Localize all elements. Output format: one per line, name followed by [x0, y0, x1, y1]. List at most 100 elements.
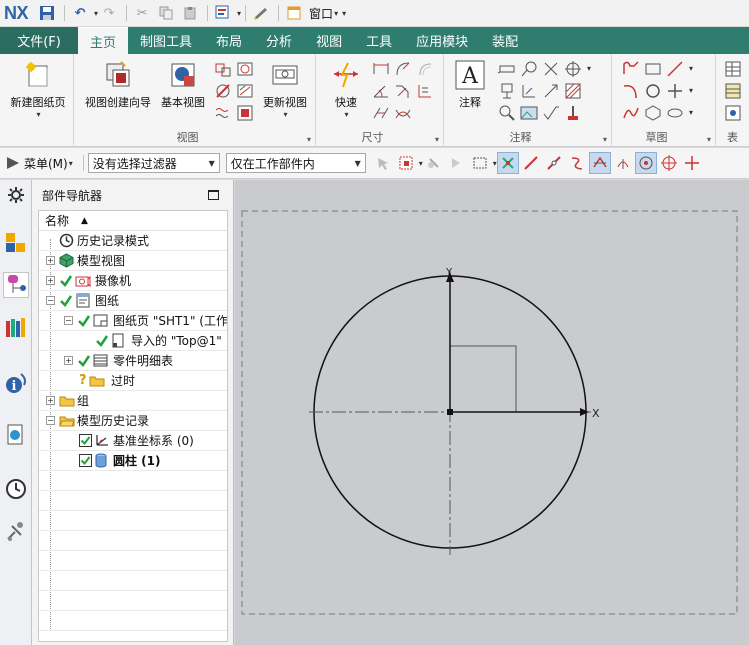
touch-mode-icon[interactable]	[250, 3, 272, 23]
ordinate-dimension-icon[interactable]	[416, 82, 434, 100]
profile-icon[interactable]	[622, 60, 640, 78]
view-boundary-icon[interactable]	[236, 104, 254, 122]
target-point-icon[interactable]	[542, 82, 560, 100]
intersection-symbol-icon[interactable]	[542, 60, 560, 78]
deselect-icon[interactable]	[423, 152, 445, 174]
undo-icon[interactable]: ↶	[69, 3, 91, 23]
column-header-name[interactable]: 名称 ▲	[39, 211, 227, 231]
save-icon[interactable]	[36, 3, 58, 23]
hd3d-tools-icon[interactable]: i	[3, 370, 29, 396]
tree-row-parts-list[interactable]: + 零件明细表	[39, 351, 227, 371]
dimension-group-more-icon[interactable]: ▾	[435, 135, 439, 144]
midpoint-snap-icon[interactable]	[543, 152, 565, 174]
angular-dimension-icon[interactable]	[372, 82, 390, 100]
break-view-icon[interactable]	[214, 104, 232, 122]
ellipse-dropdown-icon[interactable]: ▾	[689, 108, 693, 117]
reuse-library-icon[interactable]	[3, 314, 29, 340]
tree-row-model-views[interactable]: + 模型视图	[39, 251, 227, 271]
view-wizard-button[interactable]: 视图创建向导	[82, 60, 154, 110]
base-view-button[interactable]: 基本视图	[156, 60, 210, 110]
linear-dimension-icon[interactable]	[372, 60, 390, 78]
rectangle-select-icon[interactable]	[469, 152, 491, 174]
surface-finish-icon[interactable]	[542, 104, 560, 122]
tab-layout[interactable]: 布局	[204, 27, 254, 54]
arc-center-snap-icon[interactable]	[612, 152, 634, 174]
projected-view-icon[interactable]	[214, 60, 232, 78]
tangent-snap-icon[interactable]	[658, 152, 680, 174]
image-icon[interactable]	[520, 104, 538, 122]
part-navigator-icon[interactable]	[3, 272, 29, 298]
process-studio-icon[interactable]	[3, 518, 29, 544]
sketch-group-more-icon[interactable]: ▾	[707, 135, 711, 144]
arc-icon[interactable]	[622, 82, 640, 100]
collapse-icon[interactable]: −	[46, 416, 55, 425]
update-view-dropdown-icon[interactable]: ▾	[283, 110, 287, 119]
expand-icon[interactable]: +	[46, 276, 55, 285]
expand-icon[interactable]: +	[46, 256, 55, 265]
maximize-icon[interactable]	[208, 190, 219, 200]
tree-row-history-mode[interactable]: 历史记录模式	[39, 231, 227, 251]
control-point-snap-icon[interactable]	[566, 152, 588, 174]
expand-icon[interactable]: +	[46, 396, 55, 405]
chamfer-dimension-icon[interactable]	[394, 82, 412, 100]
command-finder-icon[interactable]	[212, 3, 234, 23]
tree-row-sheet-sht1[interactable]: − 图纸页 "SHT1" (工作...	[39, 311, 227, 331]
tree-row-cameras[interactable]: + 摄像机	[39, 271, 227, 291]
new-sheet-button[interactable]: 新建图纸页 ▾	[8, 60, 68, 119]
datum-target-icon[interactable]	[520, 82, 538, 100]
balloon-icon[interactable]	[520, 60, 538, 78]
collapse-icon[interactable]: −	[46, 296, 55, 305]
tab-drafting-tools[interactable]: 制图工具	[128, 27, 204, 54]
selection-scope-select[interactable]: 仅在工作部件内 ▼	[225, 153, 366, 173]
thickness-dimension-icon[interactable]	[372, 104, 390, 122]
center-mark-dropdown-icon[interactable]: ▾	[587, 64, 591, 73]
new-sheet-dropdown-icon[interactable]: ▾	[36, 110, 40, 119]
point-icon[interactable]	[666, 82, 684, 100]
drawing-canvas[interactable]: X Y	[235, 180, 749, 645]
endpoint-snap-icon[interactable]	[520, 152, 542, 174]
datum-feature-icon[interactable]	[498, 82, 516, 100]
window-menu-dropdown-icon[interactable]: ▾	[334, 9, 338, 18]
circle-icon[interactable]	[644, 82, 662, 100]
command-finder-dropdown-icon[interactable]: ▾	[237, 9, 241, 18]
snap-point-icon[interactable]	[496, 152, 519, 174]
polygon-icon[interactable]	[644, 104, 662, 122]
assembly-navigator-icon[interactable]	[3, 230, 29, 256]
collapse-icon[interactable]: −	[64, 316, 73, 325]
tree-row-out-of-date[interactable]: ? 过时	[39, 371, 227, 391]
studio-spline-icon[interactable]	[622, 104, 640, 122]
paste-icon[interactable]	[179, 3, 201, 23]
tab-analysis[interactable]: 分析	[254, 27, 304, 54]
tab-tools[interactable]: 工具	[354, 27, 404, 54]
hole-table-icon[interactable]	[724, 104, 742, 122]
redo-icon[interactable]: ↷	[98, 3, 120, 23]
tab-assembly[interactable]: 装配	[480, 27, 530, 54]
section-view-icon[interactable]	[236, 82, 254, 100]
history-clock-icon[interactable]	[3, 476, 29, 502]
section-line-icon[interactable]	[214, 82, 232, 100]
rapid-dropdown-icon[interactable]: ▾	[344, 110, 348, 119]
copy-icon[interactable]	[155, 3, 177, 23]
point-on-curve-icon[interactable]	[681, 152, 703, 174]
zoom-icon[interactable]	[498, 104, 516, 122]
rectangle-icon[interactable]	[644, 60, 662, 78]
type-filter-select[interactable]: 没有选择过滤器 ▼	[87, 153, 220, 173]
feature-control-frame-icon[interactable]	[498, 60, 516, 78]
tree-row-model-history[interactable]: − 模型历史记录	[39, 411, 227, 431]
perimeter-dimension-icon[interactable]	[394, 104, 412, 122]
settings-gear-icon[interactable]	[3, 182, 29, 208]
update-view-button[interactable]: 更新视图 ▾	[260, 60, 310, 119]
hatch-icon[interactable]	[564, 82, 582, 100]
select-all-icon[interactable]	[446, 152, 468, 174]
window-menu[interactable]: 窗口	[309, 5, 333, 22]
expand-icon[interactable]: +	[64, 356, 73, 365]
parts-list-icon[interactable]	[724, 82, 742, 100]
rapid-dimension-button[interactable]: 快速 ▾	[324, 60, 368, 119]
graphics-window[interactable]: X Y	[235, 180, 749, 645]
tree-row-imported-top[interactable]: 导入的 "Top@1"	[39, 331, 227, 351]
sketch-dropdown-icon[interactable]: ▾	[689, 64, 693, 73]
tab-file[interactable]: 文件(F)	[0, 27, 78, 54]
tree-row-drawing[interactable]: − 图纸	[39, 291, 227, 311]
line-icon[interactable]	[666, 60, 684, 78]
select-feature-icon[interactable]	[395, 152, 417, 174]
